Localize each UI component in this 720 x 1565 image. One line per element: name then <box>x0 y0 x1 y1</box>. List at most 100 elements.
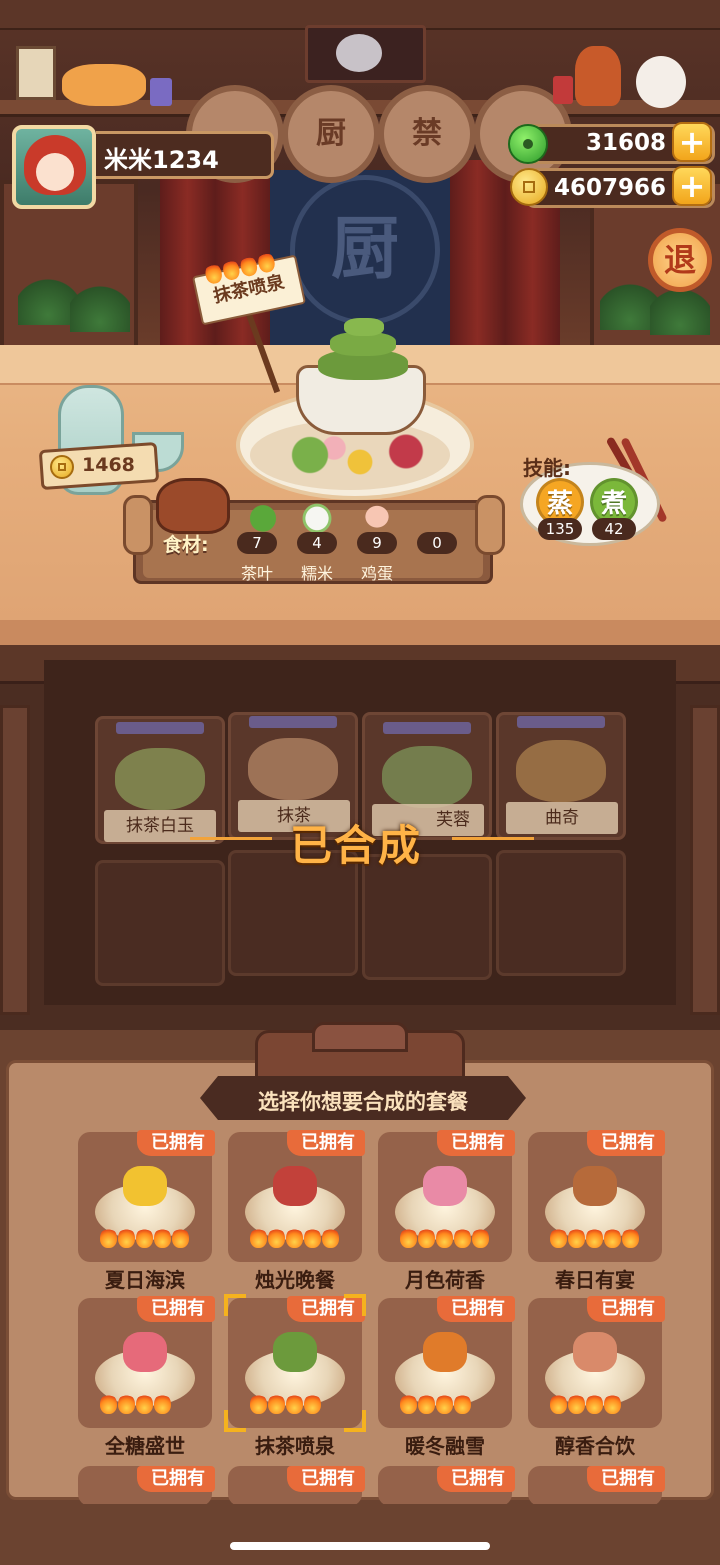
rice-icon <box>297 498 337 532</box>
flame-icon <box>268 1394 285 1414</box>
flame-icon <box>550 1394 567 1414</box>
home-indicator[interactable] <box>230 1542 490 1550</box>
owned-badge: 已拥有 <box>137 1130 215 1156</box>
flame-icon <box>568 1228 585 1248</box>
set-dish-topping-icon <box>423 1166 467 1206</box>
flame-icon <box>400 1394 417 1414</box>
white-cat-mascot-icon <box>636 56 686 108</box>
set-name: 暖冬融雪 <box>405 1434 485 1458</box>
owned-badge: 已拥有 <box>587 1466 665 1492</box>
owned-badge: 已拥有 <box>587 1130 665 1156</box>
avatar-face <box>36 153 74 191</box>
flame-icon <box>604 1394 621 1414</box>
flame-icon <box>221 258 242 282</box>
status-line <box>452 837 534 840</box>
selection-corner <box>224 1410 246 1432</box>
set-flame-rating <box>250 1394 321 1416</box>
flame-icon <box>118 1228 135 1248</box>
kitchen-logo: 厨 <box>290 175 440 325</box>
skill-label: 技能: <box>523 456 571 480</box>
ingredient-count: 4 <box>297 532 337 554</box>
player-name: 米米1234 <box>104 146 219 174</box>
set-dish-topping-icon <box>123 1166 167 1206</box>
ingredient-count: 7 <box>237 532 277 554</box>
ingredient-name: 茶叶 <box>240 564 273 583</box>
set-name: 全糖盛世 <box>105 1434 185 1458</box>
flame-icon <box>100 1394 117 1414</box>
flame-icon <box>622 1228 639 1248</box>
set-flame-rating <box>400 1394 471 1416</box>
flame-icon <box>568 1394 585 1414</box>
coin-icon <box>50 455 74 479</box>
jar-icon <box>553 76 573 104</box>
set-flame-rating <box>250 1228 339 1250</box>
flame-icon <box>400 1228 417 1248</box>
set-flame-rating <box>100 1394 171 1416</box>
set-flame-rating <box>100 1228 189 1250</box>
ingredient-count: 0 <box>417 532 457 554</box>
slot-dish-icon <box>248 738 338 800</box>
owned-badge: 已拥有 <box>287 1466 365 1492</box>
set-dish-topping-icon <box>423 1332 467 1372</box>
owned-badge: 已拥有 <box>137 1466 215 1492</box>
set-name: 夏日海滨 <box>105 1268 185 1292</box>
skill-count: 42 <box>592 518 636 540</box>
counter-base <box>0 620 720 645</box>
empty-slot <box>95 860 225 986</box>
panel-handle-top[interactable] <box>312 1022 408 1052</box>
add-jade-button[interactable]: + <box>672 122 712 162</box>
set-name: 月色荷香 <box>405 1268 485 1292</box>
flame-icon <box>454 1394 471 1414</box>
add-coins-button[interactable]: + <box>672 166 712 206</box>
owned-badge: 已拥有 <box>437 1296 515 1322</box>
slot-dish-icon <box>382 746 472 808</box>
scroll-end <box>123 495 153 555</box>
flame-icon <box>268 1228 285 1248</box>
empty-slot <box>496 850 626 976</box>
set-dish-topping-icon <box>123 1332 167 1372</box>
ingredient-name: 鸡蛋 <box>360 564 393 583</box>
slot-cap <box>249 716 337 728</box>
flame-icon <box>286 1228 303 1248</box>
set-dish-topping-icon <box>573 1332 617 1372</box>
clay-pot-icon <box>156 478 230 534</box>
flame-icon <box>250 1394 267 1414</box>
slot-cap <box>517 716 605 728</box>
scroll-end <box>475 495 505 555</box>
chef-npc-icon <box>575 46 621 106</box>
roundel-sign: 禁 <box>378 85 476 183</box>
flame-icon <box>454 1228 471 1248</box>
set-dish-topping-icon <box>273 1332 317 1372</box>
set-flame-rating <box>550 1228 639 1250</box>
player-avatar[interactable] <box>12 125 96 209</box>
flame-icon <box>586 1394 603 1414</box>
set-flame-rating <box>550 1394 621 1416</box>
status-line <box>190 837 272 840</box>
potted-plant <box>650 285 710 335</box>
paw-scroll-icon <box>16 46 56 100</box>
flame-icon <box>304 1228 321 1248</box>
flame-icon <box>418 1394 435 1414</box>
cabinet-side <box>690 705 720 1015</box>
flame-icon <box>203 262 224 286</box>
set-name: 醇香合饮 <box>555 1434 635 1458</box>
flame-icon <box>250 1228 267 1248</box>
flame-icon <box>436 1394 453 1414</box>
ingredient-name: 糯米 <box>300 564 333 583</box>
set-flame-rating <box>400 1228 489 1250</box>
flame-icon <box>136 1394 153 1414</box>
flame-icon <box>418 1228 435 1248</box>
roundel-sign: 厨 <box>282 85 380 183</box>
potted-plant <box>18 275 78 325</box>
flame-icon <box>472 1228 489 1248</box>
exit-button[interactable]: 退 <box>648 228 712 292</box>
ingredient-label: 食材: <box>163 534 209 556</box>
set-name: 抹茶喷泉 <box>255 1434 335 1458</box>
egg-icon <box>357 498 397 532</box>
flame-icon <box>118 1394 135 1414</box>
flame-icon <box>322 1228 339 1248</box>
flame-icon <box>304 1394 321 1414</box>
set-name: 春日有宴 <box>555 1268 635 1292</box>
flame-icon <box>286 1394 303 1414</box>
flame-icon <box>136 1228 153 1248</box>
